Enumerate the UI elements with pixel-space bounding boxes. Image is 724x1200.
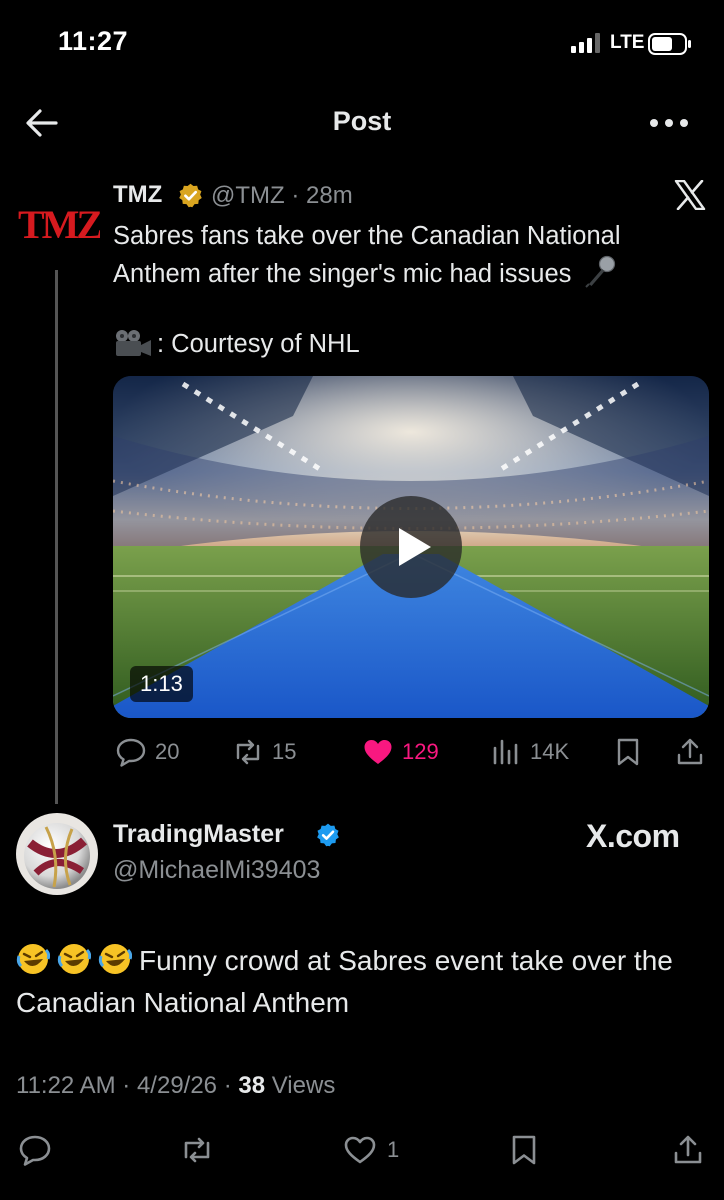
like-count: 129 [402,739,439,764]
video-duration: 1:13 [130,666,193,702]
author-name[interactable]: TradingMaster [113,820,284,849]
share-icon [677,738,703,765]
quoted-handle-time[interactable]: @TMZ · 28m [211,182,353,210]
status-time: 11:27 [58,26,129,56]
views-count-bold: 38 [238,1072,266,1099]
play-button[interactable] [360,496,462,598]
bookmark-button[interactable] [612,734,644,770]
thread-connector-line [55,270,58,804]
post-metadata: 11:22 AM · 4/29/26 · 38 Views [16,1072,335,1100]
share-button[interactable] [674,734,706,770]
post-timestamp: 11:22 AM · 4/29/26 · [16,1072,239,1099]
x-logo-icon [674,180,706,210]
repost-button[interactable]: 15 [232,734,296,770]
verified-badge-icon [317,823,339,847]
repost-icon [236,739,260,765]
bookmark-icon [617,738,639,766]
share-button[interactable] [671,1131,705,1169]
page-title: Post [332,106,392,136]
battery-icon [648,33,691,55]
more-horizontal-icon[interactable] [648,117,690,129]
video-credit-text: : Courtesy of NHL [157,330,360,358]
signal-strength-icon [571,33,600,53]
repost-count: 15 [272,739,297,764]
views-label: Views [265,1072,336,1099]
rofl-emoji-icon [98,944,132,974]
rofl-emoji-icon [16,944,50,974]
play-icon [399,528,431,566]
quoted-post-text-content: Sabres fans take over the Canadian Natio… [113,222,621,288]
x-com-watermark: X.com [586,818,680,854]
avatar[interactable] [16,813,98,895]
microphone-emoji-icon [584,255,615,288]
views-button[interactable]: 14K [490,734,569,770]
views-chart-icon [493,739,518,765]
movie-camera-emoji-icon [116,330,151,356]
reply-button[interactable]: 20 [115,734,179,770]
like-button[interactable]: 129 [362,734,439,770]
share-icon [674,1135,702,1164]
network-type: LTE [610,32,645,53]
views-count: 14K [530,739,570,764]
like-button[interactable]: 1 [343,1131,399,1169]
rofl-emoji-icon [57,944,91,974]
reply-icon [116,738,146,767]
reply-icon [19,1135,51,1166]
verified-badge-icon [179,183,202,208]
bookmark-icon [512,1135,536,1165]
reply-button[interactable] [18,1131,52,1169]
svg-text:TMZ: TMZ [18,202,100,246]
quoted-post-text: Sabres fans take over the Canadian Natio… [113,218,693,292]
repost-button[interactable] [180,1131,214,1169]
tmz-logo[interactable]: TMZ [18,202,100,246]
repost-icon [184,1137,210,1163]
like-count: 1 [387,1137,400,1162]
heart-filled-icon [364,740,392,764]
post-text: Funny crowd at Sabres event take over th… [16,940,706,1024]
heart-outline-icon [344,1136,376,1164]
video-credit: : Courtesy of NHL [113,326,360,362]
bookmark-button[interactable] [507,1131,541,1169]
author-handle[interactable]: @MichaelMi39403 [113,856,320,885]
quoted-author-name[interactable]: TMZ [113,181,162,209]
reply-count: 20 [155,739,180,764]
